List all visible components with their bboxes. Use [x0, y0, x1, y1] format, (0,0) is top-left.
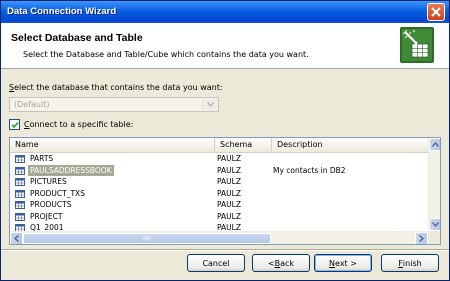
connect-checkbox[interactable]	[9, 119, 20, 130]
arrow-right-icon	[419, 235, 424, 242]
scroll-right-button[interactable]	[415, 232, 428, 244]
table-row[interactable]: Q1_2001 PAULZ	[10, 222, 428, 231]
close-icon	[431, 7, 441, 17]
check-icon	[10, 121, 19, 128]
horizontal-scrollbar[interactable]	[10, 231, 428, 244]
table-icon	[15, 155, 25, 163]
table-icon	[15, 201, 25, 209]
arrow-up-icon	[432, 142, 439, 147]
row-name: PROJECT	[30, 211, 63, 221]
row-name: PARTS	[30, 154, 54, 163]
database-label: Select the database that contains the da…	[9, 83, 223, 92]
table-icon	[15, 189, 25, 198]
scroll-up-button[interactable]	[429, 138, 440, 151]
finish-button[interactable]: Finish	[381, 254, 439, 272]
horizontal-scroll-thumb[interactable]	[23, 233, 271, 244]
close-button[interactable]	[427, 3, 445, 21]
table-row-selected[interactable]: PAULSADDRESSBOOK PAULZ My contacts in DB…	[10, 164, 428, 176]
row-description: My contacts in DB2	[273, 165, 346, 175]
vertical-scrollbar[interactable]	[428, 138, 440, 231]
row-schema: PAULZ	[217, 177, 241, 186]
page-subtitle: Select the Database and Table/Cube which…	[23, 50, 309, 59]
scrollbar-corner	[428, 231, 440, 244]
column-header-name[interactable]: Name	[10, 138, 215, 151]
table-icon	[15, 178, 25, 186]
arrow-left-icon	[14, 235, 19, 242]
next-button[interactable]: Next >	[314, 254, 372, 272]
row-name: PRODUCTS	[30, 200, 72, 209]
connect-label[interactable]: Connect to a specific table:	[24, 120, 133, 129]
table-row[interactable]: PRODUCTS PAULZ	[10, 199, 428, 211]
table-row[interactable]: PARTS PAULZ	[10, 153, 428, 165]
title-bar[interactable]: Data Connection Wizard	[1, 1, 449, 23]
row-name: PICTURES	[30, 177, 67, 186]
table-row[interactable]: PROJECT PAULZ	[10, 211, 428, 223]
scroll-down-button[interactable]	[429, 218, 440, 231]
row-name: Q1_2001	[30, 223, 64, 231]
table-icon	[15, 212, 25, 221]
window-title: Data Connection Wizard	[7, 6, 117, 17]
table-icon	[15, 224, 25, 231]
row-schema: PAULZ	[217, 154, 241, 163]
row-name: PRODUCT_TXS	[30, 188, 85, 198]
table-row[interactable]: PICTURES PAULZ	[10, 176, 428, 188]
page-title: Select Database and Table	[11, 32, 143, 44]
table-row[interactable]: PRODUCT_TXS PAULZ	[10, 188, 428, 200]
table-list[interactable]: Name Schema Description PARTS PAULZ PAUL…	[9, 137, 441, 245]
database-select[interactable]: (Default)	[9, 97, 219, 112]
table-header: Name Schema Description	[10, 138, 428, 153]
divider	[1, 249, 449, 251]
chevron-down-icon[interactable]	[202, 99, 217, 110]
cancel-button[interactable]: Cancel	[187, 254, 245, 272]
column-header-schema[interactable]: Schema	[215, 138, 272, 151]
row-schema: PAULZ	[217, 211, 241, 221]
back-button[interactable]: < Back	[252, 254, 310, 272]
dialog-window: Data Connection Wizard Select Database a…	[0, 0, 450, 281]
grip-icon	[143, 236, 151, 241]
row-schema: PAULZ	[217, 223, 241, 231]
row-schema: PAULZ	[217, 165, 241, 175]
scroll-left-button[interactable]	[10, 232, 23, 244]
database-select-value: (Default)	[14, 100, 50, 109]
table-icon	[15, 166, 25, 175]
column-header-description[interactable]: Description	[272, 138, 428, 151]
wizard-header: Select Database and Table Select the Dat…	[1, 23, 449, 69]
row-schema: PAULZ	[217, 188, 241, 198]
row-schema: PAULZ	[217, 200, 241, 209]
database-wizard-icon	[400, 27, 434, 63]
row-name: PAULSADDRESSBOOK	[28, 164, 114, 176]
arrow-down-icon	[432, 222, 439, 227]
